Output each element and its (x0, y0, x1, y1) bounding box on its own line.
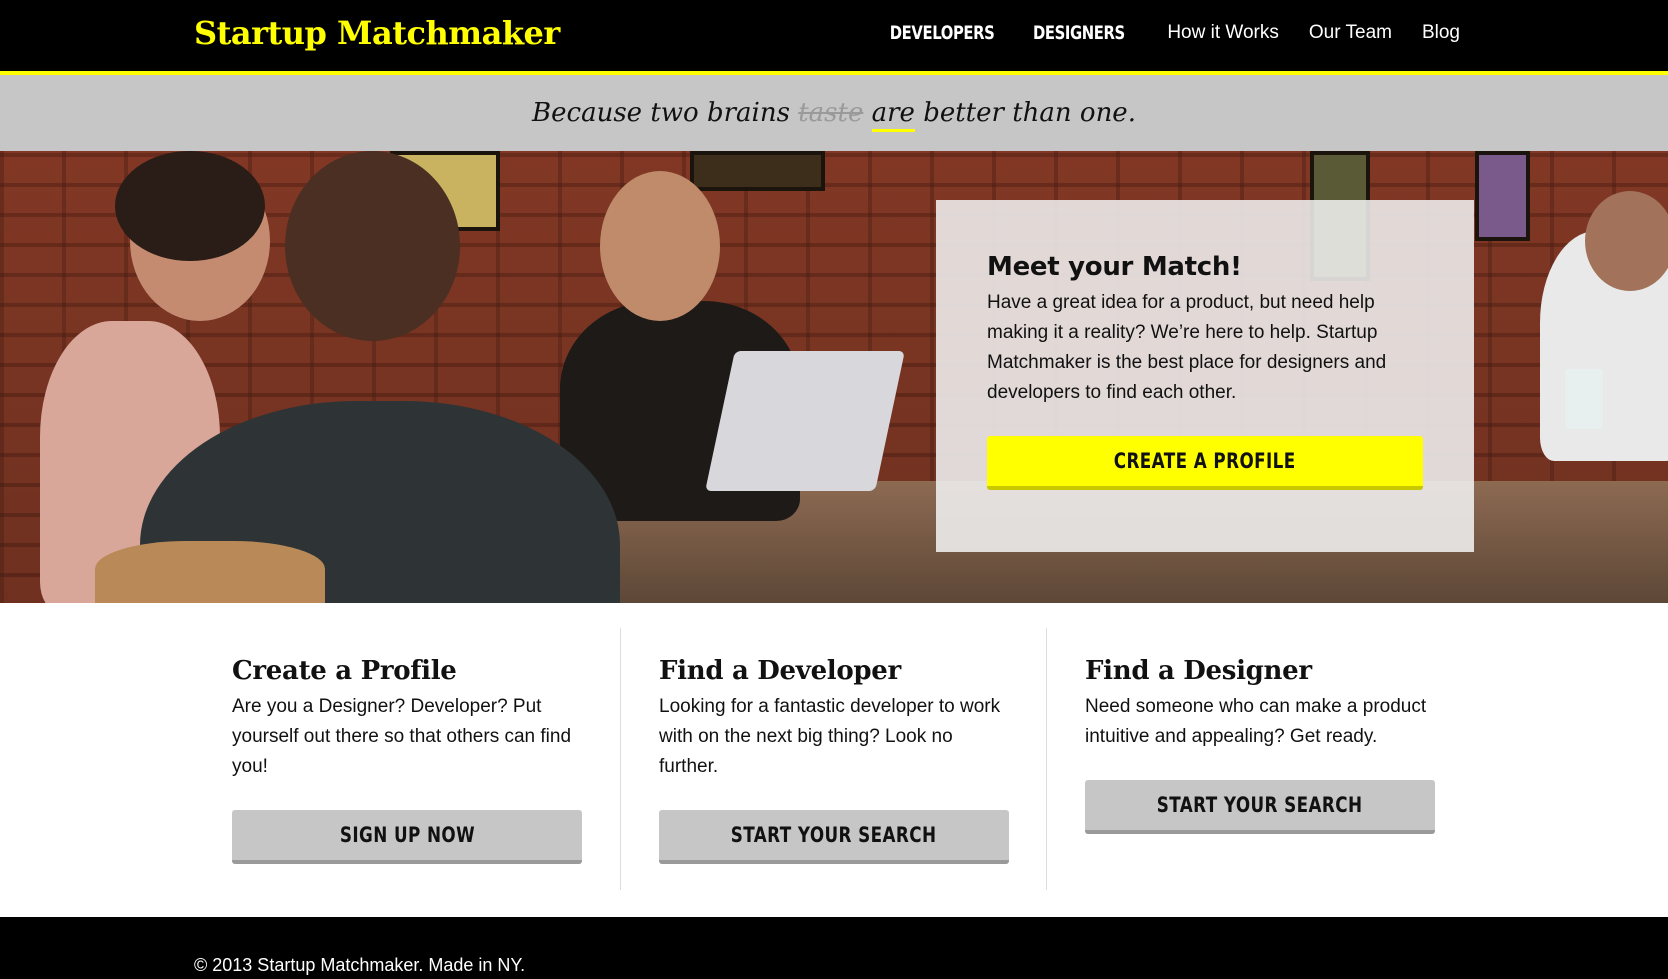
tagline-after: better than one. (914, 98, 1136, 128)
nav-link-designers[interactable]: DESIGNERS (1032, 22, 1124, 44)
wall-frame (1475, 151, 1530, 241)
wall-frame (690, 151, 825, 191)
feature-find-designer: Find a Designer Need someone who can mak… (1046, 628, 1472, 890)
feature-title: Find a Developer (659, 656, 901, 686)
tagline-text: Because two brains taste are better than… (532, 98, 1136, 132)
nav-link-how-it-works[interactable]: How it Works (1167, 22, 1279, 44)
hero-section: Meet your Match! Have a great idea for a… (0, 151, 1668, 603)
hero-title: Meet your Match! (987, 252, 1242, 282)
chair-shape (95, 541, 325, 603)
brand-logo-link[interactable]: Startup Matchmaker (194, 14, 560, 52)
find-developer-search-button[interactable]: START YOUR SEARCH (659, 810, 1009, 864)
navbar: Startup Matchmaker DEVELOPERS DESIGNERS … (0, 0, 1668, 75)
nav-link-our-team[interactable]: Our Team (1309, 22, 1392, 44)
footer-copyright: © 2013 Startup Matchmaker. Made in NY. (194, 955, 526, 975)
feature-title: Create a Profile (232, 656, 457, 686)
person-silhouette (285, 151, 460, 341)
sign-up-now-button-label: SIGN UP NOW (339, 823, 475, 847)
feature-find-developer: Find a Developer Looking for a fantastic… (620, 628, 1046, 890)
find-designer-search-button-label: START YOUR SEARCH (1157, 793, 1363, 817)
footer: © 2013 Startup Matchmaker. Made in NY. (0, 917, 1668, 979)
nav-link-blog[interactable]: Blog (1422, 22, 1460, 44)
nav-link-developers[interactable]: DEVELOPERS (890, 22, 995, 44)
tagline-underlined-word: are (871, 98, 915, 132)
hero-card: Meet your Match! Have a great idea for a… (936, 200, 1474, 552)
person-silhouette (600, 171, 720, 321)
water-glass (1565, 369, 1603, 429)
tagline-struck-word: taste (798, 98, 864, 128)
feature-description: Need someone who can make a product intu… (1085, 696, 1427, 747)
features-row: Create a Profile Are you a Designer? Dev… (194, 628, 1474, 890)
feature-title: Find a Designer (1085, 656, 1312, 686)
find-developer-search-button-label: START YOUR SEARCH (731, 823, 937, 847)
tagline-bar: Because two brains taste are better than… (0, 75, 1668, 151)
laptop-shape (705, 351, 905, 491)
hero-description: Have a great idea for a product, but nee… (987, 292, 1387, 403)
find-designer-search-button[interactable]: START YOUR SEARCH (1085, 780, 1435, 834)
create-profile-button[interactable]: CREATE A PROFILE (987, 436, 1423, 490)
nav-links: DEVELOPERS DESIGNERS How it Works Our Te… (865, 22, 1460, 44)
sign-up-now-button[interactable]: SIGN UP NOW (232, 810, 582, 864)
person-silhouette (1585, 191, 1668, 291)
tagline-before: Because two brains (532, 98, 799, 128)
feature-description: Are you a Designer? Developer? Put yours… (232, 696, 572, 777)
feature-description: Looking for a fantastic developer to wor… (659, 696, 1001, 777)
feature-create-profile: Create a Profile Are you a Designer? Dev… (194, 628, 620, 890)
person-silhouette (115, 151, 265, 261)
create-profile-button-label: CREATE A PROFILE (1114, 449, 1296, 473)
